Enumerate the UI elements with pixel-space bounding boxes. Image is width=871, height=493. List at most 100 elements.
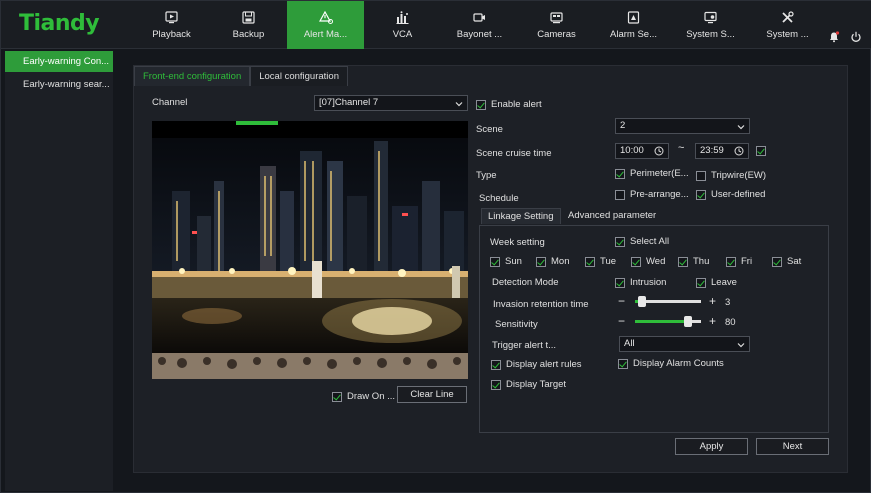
draw-on-label: Draw On ... — [347, 391, 396, 402]
nav-label: System ... — [766, 29, 809, 40]
type-label: Type — [476, 170, 497, 181]
day-wed-checkbox[interactable]: Wed — [631, 256, 665, 267]
alarm-icon — [627, 10, 641, 24]
nav-bayonet[interactable]: Bayonet ... — [441, 1, 518, 49]
next-button[interactable]: Next — [756, 438, 829, 455]
scene-label: Scene — [476, 124, 503, 135]
cruise-start-time-input[interactable]: 10:00 — [615, 143, 669, 159]
nav-system-tools[interactable]: System ... — [749, 1, 826, 49]
checkbox-icon — [618, 358, 628, 369]
enable-alert-checkbox[interactable]: Enable alert — [476, 99, 542, 110]
clock-icon — [654, 146, 664, 156]
display-target-label: Display Target — [506, 379, 567, 390]
schedule-prearrange-checkbox[interactable]: Pre-arrange... — [615, 189, 689, 200]
tab-advanced-parameter[interactable]: Advanced parameter — [562, 208, 662, 224]
channel-select[interactable]: [07]Channel 7 — [314, 95, 468, 111]
retention-slider[interactable] — [635, 296, 701, 307]
type-tripwire-checkbox[interactable]: Tripwire(EW) — [696, 170, 766, 181]
retention-increase-button[interactable]: + — [709, 294, 716, 308]
sensitivity-slider[interactable] — [635, 316, 701, 327]
checkbox-icon — [615, 236, 625, 247]
slider-knob[interactable] — [638, 296, 646, 307]
sidebar: Early-warning Con... Early-warning sear.… — [5, 51, 113, 491]
nav-label: Playback — [152, 29, 191, 40]
cruise-end-time-input[interactable]: 23:59 — [695, 143, 749, 159]
nav-alert-management[interactable]: Alert Ma... — [287, 1, 364, 49]
type-tripwire-label: Tripwire(EW) — [711, 170, 767, 181]
checkbox-icon — [615, 168, 625, 179]
leave-checkbox[interactable]: Leave — [696, 277, 737, 288]
checkbox-icon — [615, 277, 625, 288]
intrusion-checkbox[interactable]: Intrusion — [615, 277, 666, 288]
nav-label: Alert Ma... — [303, 29, 348, 40]
cruise-time-enable-checkbox[interactable] — [756, 146, 766, 156]
checkbox-icon — [491, 359, 501, 370]
system-tools-icon — [781, 10, 795, 24]
retention-decrease-button[interactable]: − — [618, 294, 625, 308]
type-perimeter-checkbox[interactable]: Perimeter(E... — [615, 168, 689, 179]
schedule-user-defined-label: User-defined — [711, 189, 766, 200]
power-icon[interactable] — [850, 31, 862, 43]
checkbox-icon — [476, 99, 486, 110]
nav-alarm-settings[interactable]: Alarm Se... — [595, 1, 672, 49]
schedule-label: Schedule — [479, 193, 519, 204]
backup-icon — [242, 10, 256, 24]
nav-cameras[interactable]: Cameras — [518, 1, 595, 49]
nav-backup[interactable]: Backup — [210, 1, 287, 49]
select-all-checkbox[interactable]: Select All — [615, 236, 669, 247]
tab-local-configuration[interactable]: Local configuration — [250, 66, 348, 86]
cruise-end-value: 23:59 — [700, 145, 724, 156]
bell-icon[interactable] — [828, 31, 840, 43]
nav-system-status[interactable]: System S... — [672, 1, 749, 49]
day-thu-checkbox[interactable]: Thu — [678, 256, 709, 267]
display-alert-rules-label: Display alert rules — [506, 359, 582, 370]
day-sun-checkbox[interactable]: Sun — [490, 256, 522, 267]
sensitivity-decrease-button[interactable]: − — [618, 314, 625, 328]
scene-value: 2 — [620, 120, 626, 131]
checkbox-icon — [490, 256, 500, 267]
checkbox-icon — [696, 170, 706, 181]
tab-linkage-setting[interactable]: Linkage Setting — [481, 208, 561, 224]
sensitivity-increase-button[interactable]: + — [709, 314, 716, 328]
day-tue-checkbox[interactable]: Tue — [585, 256, 616, 267]
time-range-separator: ~ — [678, 142, 685, 154]
sidebar-item-early-warning-config[interactable]: Early-warning Con... — [5, 51, 113, 72]
vca-icon — [396, 10, 410, 24]
display-target-checkbox[interactable]: Display Target — [491, 379, 566, 390]
tab-front-end-configuration[interactable]: Front-end configuration — [134, 66, 251, 86]
clear-line-button[interactable]: Clear Line — [397, 386, 467, 403]
apply-button[interactable]: Apply — [675, 438, 748, 455]
checkbox-icon — [491, 379, 501, 390]
config-tabs: Front-end configuration Local configurat… — [134, 66, 348, 86]
checkbox-icon — [696, 277, 706, 288]
day-mon-checkbox[interactable]: Mon — [536, 256, 569, 267]
draw-on-checkbox[interactable]: Draw On ... — [332, 391, 395, 402]
day-label: Sat — [787, 256, 802, 267]
day-sat-checkbox[interactable]: Sat — [772, 256, 801, 267]
app-window: Tiandy Playback Backup Alert Ma... VCA B… — [0, 0, 871, 493]
display-alert-rules-checkbox[interactable]: Display alert rules — [491, 359, 582, 370]
nav-vca[interactable]: VCA — [364, 1, 441, 49]
nav-label: Backup — [232, 29, 265, 40]
video-preview[interactable] — [152, 121, 468, 379]
intrusion-label: Intrusion — [630, 277, 667, 288]
sidebar-item-early-warning-search[interactable]: Early-warning sear... — [5, 74, 113, 95]
nav-label: Cameras — [537, 29, 576, 40]
checkbox-icon — [772, 256, 782, 267]
nav-playback[interactable]: Playback — [133, 1, 210, 49]
trigger-alert-select[interactable]: All — [619, 336, 750, 352]
bayonet-icon — [473, 10, 487, 24]
display-alarm-counts-checkbox[interactable]: Display Alarm Counts — [618, 358, 724, 369]
scene-select[interactable]: 2 — [615, 118, 750, 134]
day-fri-checkbox[interactable]: Fri — [726, 256, 752, 267]
slider-fill — [635, 320, 688, 323]
top-right-controls — [828, 31, 862, 43]
chevron-down-icon — [455, 99, 463, 107]
select-all-label: Select All — [630, 236, 670, 247]
checkbox-icon — [726, 256, 736, 267]
checkbox-icon — [631, 256, 641, 267]
schedule-user-defined-checkbox[interactable]: User-defined — [696, 189, 765, 200]
main-panel: Front-end configuration Local configurat… — [133, 65, 848, 473]
slider-knob[interactable] — [684, 316, 692, 327]
week-setting-label: Week setting — [490, 237, 545, 248]
